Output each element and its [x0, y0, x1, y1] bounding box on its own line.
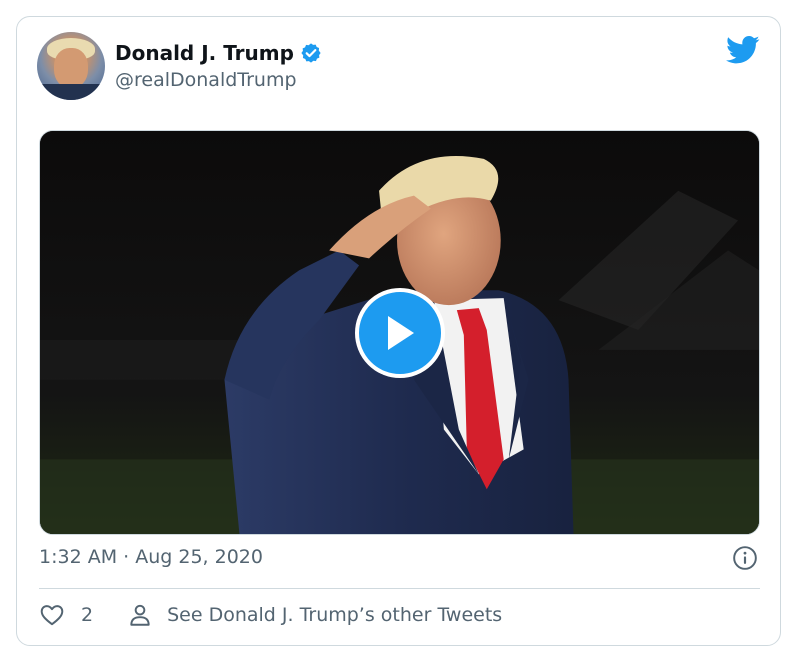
heart-icon	[40, 605, 64, 626]
divider	[39, 588, 760, 589]
tweet-actions: 2 See Donald J. Trump’s other Tweets	[39, 602, 502, 628]
avatar-face	[54, 48, 88, 88]
person-icon	[130, 604, 150, 626]
like-count: 2	[81, 604, 94, 626]
play-icon	[388, 316, 414, 350]
verified-badge-icon	[301, 43, 321, 63]
avatar-suit	[37, 84, 105, 100]
tweet-timestamp[interactable]: 1:32 AM · Aug 25, 2020	[39, 546, 263, 568]
tweet-card: Donald J. Trump @realDonaldTrump 1:32 AM…	[16, 16, 781, 646]
like-button[interactable]: 2	[39, 602, 93, 628]
author-display-name[interactable]: Donald J. Trump	[115, 41, 294, 65]
see-other-tweets-label: See Donald J. Trump’s other Tweets	[167, 604, 503, 626]
twitter-bird-icon[interactable]	[726, 35, 760, 65]
author-name-row[interactable]: Donald J. Trump	[115, 41, 322, 65]
info-icon[interactable]	[732, 545, 758, 571]
author-handle[interactable]: @realDonaldTrump	[115, 69, 297, 91]
see-other-tweets-link[interactable]: See Donald J. Trump’s other Tweets	[127, 602, 502, 628]
avatar[interactable]	[37, 32, 105, 100]
video-thumbnail[interactable]	[39, 130, 760, 535]
play-button[interactable]	[355, 288, 445, 378]
